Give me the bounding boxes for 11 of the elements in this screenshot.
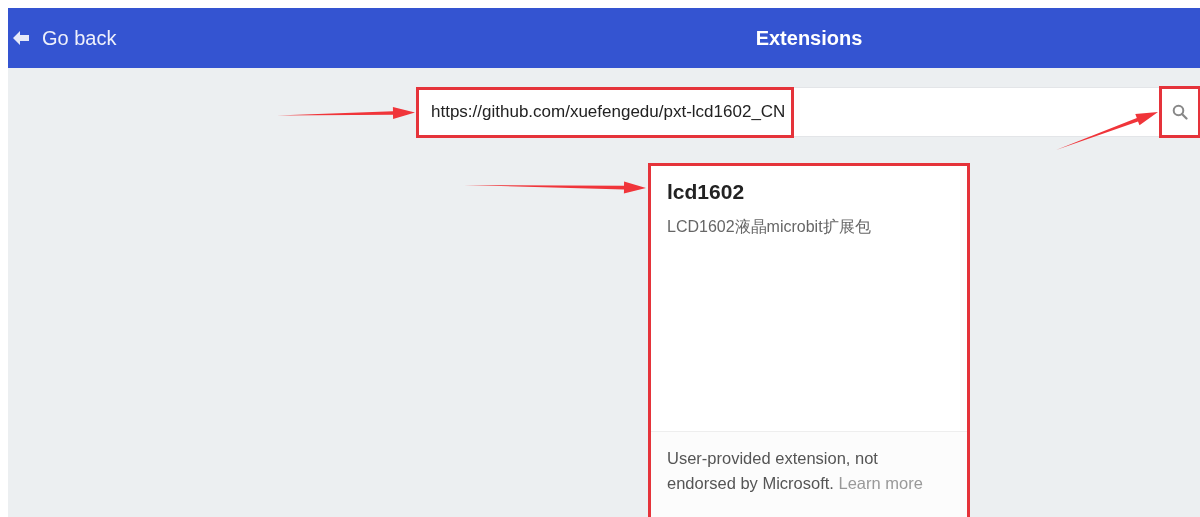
field-value: https://github.com/xuefengedu/pxt-lcd1602_CN [417, 87, 794, 137]
extension-card[interactable]: lcd1602 LCD1602液晶microbit扩展包 User-provided extension, not endorsed by Microsoft. Learn more [648, 163, 970, 517]
page-title: Extensions [754, 26, 864, 50]
disclaimer-text: User-provided extension, not endorsed by Microsoft. Learn more [667, 448, 924, 494]
extension-description: LCD1602液晶microbit扩展包 [667, 217, 872, 237]
search-button[interactable] [1160, 87, 1200, 137]
search-field[interactable]: https://github.com/xuefengedu/pxt-lcd1602_CN [416, 87, 1160, 137]
search-icon [1172, 104, 1188, 120]
go-back-button[interactable]: Go back [8, 26, 208, 50]
extension-name: lcd1602 [667, 180, 746, 204]
back-arrow-icon [12, 30, 30, 46]
